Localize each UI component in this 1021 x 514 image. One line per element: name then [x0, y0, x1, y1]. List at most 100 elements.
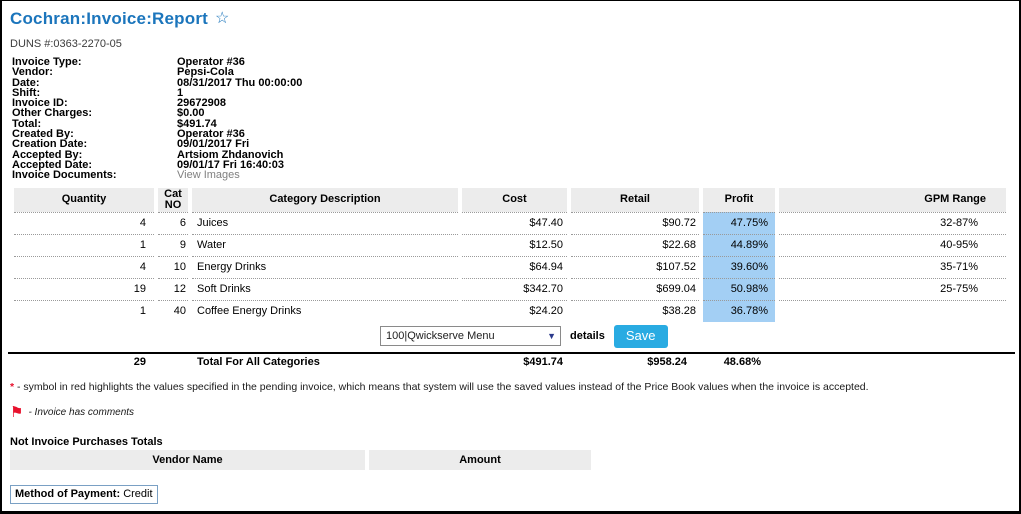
comments-footnote: ⚑ - Invoice has comments	[10, 403, 1013, 421]
price-book-footnote-text: - symbol in red highlights the values sp…	[14, 380, 869, 393]
detail-row: Accepted Date: 09/01/17 Fri 16:40:03	[10, 159, 1013, 170]
method-of-payment-label: Method of Payment:	[15, 487, 121, 500]
category-table: Quantity Cat NO Category Description Cos…	[10, 187, 1010, 322]
header-vendor-name: Vendor Name	[10, 449, 365, 470]
detail-value: 08/31/2017 Thu 00:00:00	[177, 76, 303, 89]
cell-cost: $24.20	[462, 299, 567, 322]
cell-gpm-range: 32-87%	[779, 211, 1006, 234]
not-invoice-purchases-table: Vendor Name Amount	[6, 449, 595, 470]
detail-row: Creation Date: 09/01/2017 Fri	[10, 139, 1013, 150]
cell-retail: $22.68	[571, 233, 699, 256]
cell-quantity: 4	[14, 255, 154, 278]
cell-cost: $12.50	[462, 233, 567, 256]
detail-row: Vendor: Pepsi-Cola	[10, 67, 1013, 78]
menu-select[interactable]: 100|Qwickserve Menu ▼	[380, 326, 561, 347]
cell-cost: $64.94	[462, 255, 567, 278]
cell-profit: 36.78%	[703, 299, 775, 322]
cell-cat-no: 12	[158, 277, 188, 300]
cell-profit: 47.75%	[703, 211, 775, 234]
detail-row: Other Charges: $0.00	[10, 108, 1013, 119]
method-of-payment: Method of Payment: Credit	[10, 484, 158, 504]
view-images-link[interactable]: View Images	[177, 170, 240, 181]
totals-section: 29 Total For All Categories $491.74 $958…	[8, 351, 1015, 371]
cell-gpm-range	[779, 299, 1006, 322]
header-cost: Cost	[462, 187, 567, 212]
category-table-body: 4 6 Juices $47.40 $90.72 47.75% 32-87% 1 9 Water $…	[14, 211, 1006, 322]
duns-number: DUNS #:0363-2270-05	[10, 38, 122, 50]
not-invoice-purchases-title: Not Invoice Purchases Totals	[10, 435, 163, 448]
total-quantity: 29	[133, 356, 146, 369]
cell-gpm-range: 35-71%	[779, 255, 1006, 278]
total-gpm-spacer	[779, 354, 1006, 371]
cell-retail: $90.72	[571, 211, 699, 234]
details-label: details	[570, 330, 605, 343]
cell-profit: 50.98%	[703, 277, 775, 300]
detail-row: Date: 08/31/2017 Thu 00:00:00	[10, 76, 1013, 89]
cell-description: Energy Drinks	[192, 255, 458, 278]
detail-row: Shift: 1	[10, 87, 1013, 98]
header-amount: Amount	[369, 449, 591, 470]
price-book-footnote: * - symbol in red highlights the values …	[10, 381, 1013, 393]
cell-retail: $107.52	[571, 255, 699, 278]
not-invoice-purchases-header-row: Vendor Name Amount	[10, 449, 591, 470]
header-gpm-range: GPM Range	[779, 187, 1006, 212]
category-table-header-row: Quantity Cat NO Category Description Cos…	[14, 187, 1006, 212]
detail-row: Invoice Documents: View Images	[10, 169, 1013, 182]
detail-row: Invoice Type: Operator #36	[10, 56, 1013, 67]
cell-gpm-range: 40-95%	[779, 233, 1006, 256]
cell-profit: 44.89%	[703, 233, 775, 256]
category-row: 1 9 Water $12.50 $22.68 44.89% 40-95%	[14, 233, 1006, 256]
cell-quantity: 4	[14, 211, 154, 234]
cell-cat-no: 9	[158, 233, 188, 256]
header-quantity: Quantity	[14, 187, 154, 212]
cell-description: Juices	[192, 211, 458, 234]
favorite-star-icon[interactable]: ☆	[215, 11, 229, 27]
cell-cat-no: 40	[158, 299, 188, 322]
category-row: 4 6 Juices $47.40 $90.72 47.75% 32-87%	[14, 211, 1006, 234]
save-button[interactable]: Save	[613, 324, 668, 348]
totals-table: 29 Total For All Categories $491.74 $958…	[10, 354, 1010, 371]
detail-row: Invoice ID: 29672908	[10, 98, 1013, 109]
detail-row: Created By: Operator #36	[10, 128, 1013, 139]
header-profit: Profit	[703, 187, 775, 212]
page-header: Cochran:Invoice:Report ☆	[10, 9, 1013, 29]
cell-profit: 39.60%	[703, 255, 775, 278]
detail-row: Total: $491.74	[10, 118, 1013, 129]
comments-footnote-text: - Invoice has comments	[28, 406, 135, 418]
chevron-down-icon: ▼	[547, 331, 556, 342]
category-row: 1 40 Coffee Energy Drinks $24.20 $38.28 36.78…	[14, 299, 1006, 322]
page-title: Cochran:Invoice:Report	[10, 9, 209, 28]
cell-description: Soft Drinks	[192, 277, 458, 300]
totals-row: 29 Total For All Categories $491.74 $958…	[14, 354, 1006, 371]
category-row: 4 10 Energy Drinks $64.94 $107.52 39.60% 35-71…	[14, 255, 1006, 278]
cell-cat-no: 10	[158, 255, 188, 278]
detail-row: Accepted By: Artsiom Zhdanovich	[10, 149, 1013, 160]
cell-description: Coffee Energy Drinks	[192, 299, 458, 322]
cell-gpm-range: 25-75%	[779, 277, 1006, 300]
menu-controls: 100|Qwickserve Menu ▼ details Save	[380, 324, 1013, 348]
flag-icon: ⚑	[10, 403, 24, 421]
total-cost: $491.74	[523, 356, 563, 369]
cell-quantity: 1	[14, 299, 154, 322]
total-catno-spacer	[158, 354, 188, 371]
header-cat-no: Cat NO	[158, 187, 188, 212]
detail-label: Invoice Documents:	[12, 169, 117, 182]
cell-cost: $47.40	[462, 211, 567, 234]
method-of-payment-value: Credit	[123, 487, 153, 500]
header-category-description: Category Description	[192, 187, 458, 212]
total-retail: $958.24	[647, 356, 687, 369]
cell-retail: $699.04	[571, 277, 699, 300]
total-label: Total For All Categories	[197, 356, 320, 369]
category-row: 19 12 Soft Drinks $342.70 $699.04 50.98% 25-75…	[14, 277, 1006, 300]
cell-retail: $38.28	[571, 299, 699, 322]
menu-select-value: 100|Qwickserve Menu	[386, 330, 495, 343]
cell-description: Water	[192, 233, 458, 256]
invoice-report-page: Cochran:Invoice:Report ☆ DUNS #:0363-227…	[0, 0, 1021, 514]
cell-cat-no: 6	[158, 211, 188, 234]
cell-cost: $342.70	[462, 277, 567, 300]
cell-quantity: 1	[14, 233, 154, 256]
cell-quantity: 19	[14, 277, 154, 300]
total-profit: 48.68%	[723, 356, 761, 369]
invoice-details: Invoice Type: Operator #36 Vendor: Pepsi-Co…	[10, 56, 1013, 182]
header-retail: Retail	[571, 187, 699, 212]
